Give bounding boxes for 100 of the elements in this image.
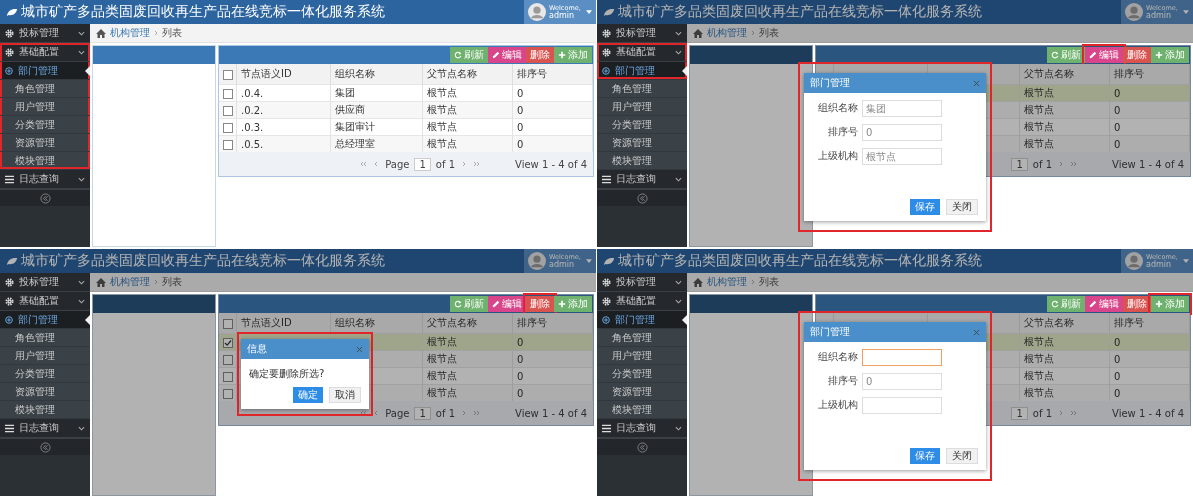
close-icon[interactable] (973, 328, 980, 336)
sidebar-item[interactable]: 资源管理 (597, 134, 687, 152)
sidebar-group[interactable]: 日志查询 (597, 419, 687, 438)
close-icon[interactable] (973, 79, 980, 87)
sidebar-item[interactable]: 用户管理 (0, 347, 90, 365)
input-field[interactable]: 0 (862, 372, 942, 390)
edit-button[interactable]: 编辑 (488, 296, 526, 312)
sidebar-group[interactable]: 投标管理 (0, 24, 90, 43)
input-field[interactable]: 根节点 (862, 147, 942, 165)
edit-button[interactable]: 编辑 (1085, 296, 1123, 312)
sidebar-item[interactable]: 用户管理 (597, 347, 687, 365)
sidebar-item[interactable]: 分类管理 (597, 116, 687, 134)
checkbox[interactable] (223, 69, 233, 80)
page-count: of 1 (1032, 407, 1052, 419)
sidebar-item[interactable]: 角色管理 (597, 329, 687, 347)
collapse-icon[interactable] (636, 192, 648, 204)
last-page-icon[interactable] (1070, 409, 1078, 417)
sidebar-item[interactable]: 资源管理 (0, 383, 90, 401)
sidebar-item[interactable]: 分类管理 (597, 365, 687, 383)
sidebar-item[interactable]: 部门管理 (597, 311, 687, 329)
breadcrumb-link[interactable]: 机构管理 (110, 275, 150, 289)
column-header: 父节点名称 (427, 68, 477, 79)
breadcrumb-link[interactable]: 机构管理 (707, 275, 747, 289)
last-page-icon[interactable] (473, 160, 481, 168)
close-icon[interactable] (356, 345, 363, 353)
sidebar-item[interactable]: 部门管理 (597, 62, 687, 80)
first-page-icon[interactable] (359, 160, 368, 168)
sidebar-item[interactable]: 分类管理 (0, 116, 90, 134)
edit-button[interactable]: 编辑 (1085, 47, 1123, 63)
page-input[interactable]: 1 (1011, 157, 1028, 171)
sidebar-item[interactable]: 模块管理 (0, 401, 90, 419)
confirm-button[interactable]: 保存 (910, 448, 940, 464)
sidebar-item[interactable]: 角色管理 (597, 80, 687, 98)
checkbox[interactable] (223, 122, 233, 133)
sidebar-item[interactable]: 部门管理 (0, 62, 90, 80)
checkbox[interactable] (223, 139, 233, 150)
sidebar-item[interactable]: 资源管理 (597, 383, 687, 401)
sidebar-group[interactable]: 基础配置 (597, 43, 687, 62)
last-page-icon[interactable] (473, 409, 481, 417)
cancel-button[interactable]: 取消 (329, 387, 361, 403)
sidebar-group[interactable]: 基础配置 (0, 43, 90, 62)
next-page-icon[interactable] (460, 160, 468, 168)
collapse-icon[interactable] (39, 441, 51, 453)
delete-button[interactable]: 删除 (1123, 47, 1151, 63)
sidebar-item[interactable]: 分类管理 (0, 365, 90, 383)
sidebar-group[interactable]: 投标管理 (0, 273, 90, 292)
sidebar-item[interactable]: 用户管理 (0, 98, 90, 116)
edit-button[interactable]: 编辑 (488, 47, 526, 63)
sidebar-group[interactable]: 日志查询 (0, 170, 90, 189)
delete-button[interactable]: 删除 (1123, 296, 1151, 312)
sidebar-item[interactable]: 资源管理 (0, 134, 90, 152)
checkbox[interactable] (223, 371, 233, 382)
table-cell: 根节点 (1024, 353, 1054, 364)
sidebar-group[interactable]: 日志查询 (597, 170, 687, 189)
sidebar-item[interactable]: 用户管理 (597, 98, 687, 116)
page-input[interactable]: 1 (1011, 406, 1028, 420)
collapse-icon[interactable] (39, 192, 51, 204)
input-field[interactable] (862, 396, 942, 414)
notch-icon (85, 315, 90, 325)
confirm-button[interactable]: 保存 (910, 199, 940, 215)
sidebar-item[interactable]: 模块管理 (597, 152, 687, 170)
sidebar-item[interactable]: 角色管理 (0, 329, 90, 347)
table-cell: 根节点 (1024, 87, 1054, 98)
table-cell: 根节点 (427, 387, 457, 398)
first-page-icon[interactable] (359, 409, 368, 417)
cancel-button[interactable]: 关闭 (946, 199, 978, 215)
checkbox[interactable] (223, 88, 233, 99)
next-page-icon[interactable] (1057, 409, 1065, 417)
page-input[interactable]: 1 (414, 406, 431, 420)
next-page-icon[interactable] (1057, 160, 1065, 168)
page-input[interactable]: 1 (414, 157, 431, 171)
checkbox[interactable] (223, 337, 233, 348)
sidebar-item[interactable]: 部门管理 (0, 311, 90, 329)
sidebar-group[interactable]: 投标管理 (597, 273, 687, 292)
sidebar-item[interactable]: 模块管理 (597, 401, 687, 419)
input-field[interactable] (862, 348, 942, 366)
sidebar-group[interactable]: 基础配置 (0, 292, 90, 311)
checkbox[interactable] (223, 388, 233, 399)
next-page-icon[interactable] (460, 409, 468, 417)
last-page-icon[interactable] (1070, 160, 1078, 168)
checkbox[interactable] (223, 354, 233, 365)
delete-button[interactable]: 删除 (526, 296, 554, 312)
checkbox[interactable] (223, 105, 233, 116)
delete-button[interactable]: 删除 (526, 47, 554, 63)
sidebar-group[interactable]: 基础配置 (597, 292, 687, 311)
confirm-button[interactable]: 确定 (293, 387, 323, 403)
sidebar-item[interactable]: 模块管理 (0, 152, 90, 170)
input-field[interactable]: 集团 (862, 99, 942, 117)
table-cell: .0.3. (241, 121, 264, 133)
table-cell: 根节点 (427, 138, 457, 149)
checkbox[interactable] (223, 318, 233, 329)
sidebar-item[interactable]: 角色管理 (0, 80, 90, 98)
breadcrumb-link[interactable]: 机构管理 (707, 26, 747, 40)
input-field[interactable]: 0 (862, 123, 942, 141)
collapse-icon[interactable] (636, 441, 648, 453)
sidebar-group[interactable]: 投标管理 (597, 24, 687, 43)
sidebar-group[interactable]: 日志查询 (0, 419, 90, 438)
breadcrumb-link[interactable]: 机构管理 (110, 26, 150, 40)
table-cell: 根节点 (427, 370, 457, 381)
cancel-button[interactable]: 关闭 (946, 448, 978, 464)
